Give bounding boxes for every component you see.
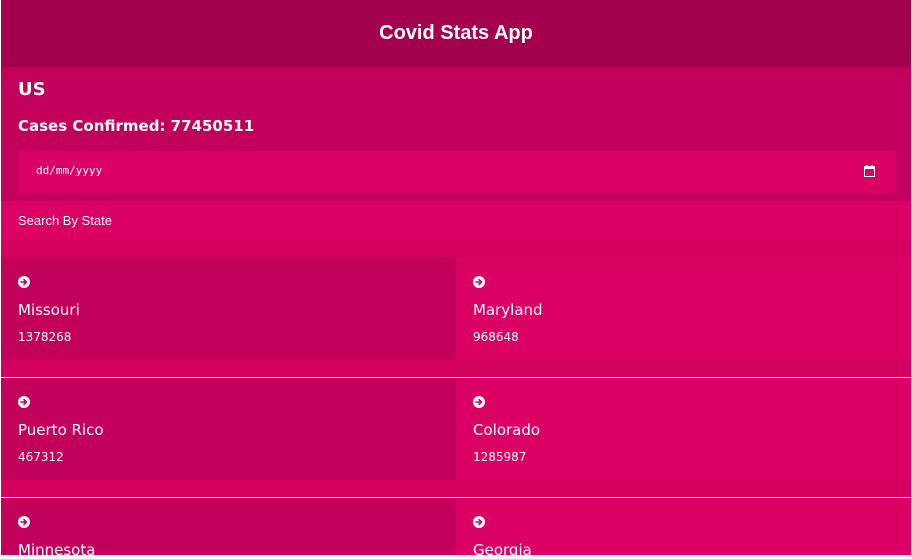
- arrow-circle-right-icon[interactable]: [18, 516, 30, 528]
- state-name: Maryland: [473, 301, 543, 319]
- state-card-georgia[interactable]: Georgia: [456, 498, 911, 559]
- state-name: Puerto Rico: [18, 421, 104, 439]
- state-name: Colorado: [473, 421, 541, 439]
- arrow-circle-right-icon[interactable]: [18, 396, 30, 408]
- country-name: US: [18, 79, 46, 100]
- date-input[interactable]: dd/mm/yyyy: [18, 151, 895, 193]
- search-section: Search By State: [1, 201, 911, 241]
- state-name: Georgia: [473, 541, 532, 559]
- arrow-circle-right-icon[interactable]: [18, 276, 30, 288]
- date-placeholder: dd/mm/yyyy: [36, 164, 103, 177]
- state-name: Missouri: [18, 301, 80, 319]
- state-case-count: 1285987: [473, 450, 527, 464]
- state-card-colorado[interactable]: Colorado 1285987: [456, 378, 911, 480]
- state-card-missouri[interactable]: Missouri 1378268: [1, 258, 456, 360]
- arrow-circle-right-icon[interactable]: [473, 516, 485, 528]
- search-by-state-label[interactable]: Search By State: [18, 213, 112, 228]
- arrow-circle-right-icon[interactable]: [473, 276, 485, 288]
- state-card-minnesota[interactable]: Minnesota: [1, 498, 456, 559]
- state-card-puerto-rico[interactable]: Puerto Rico 467312: [1, 378, 456, 480]
- summary-panel: US Cases Confirmed: 77450511 dd/mm/yyyy: [1, 67, 911, 201]
- app-header: Covid Stats App: [1, 0, 911, 67]
- state-name: Minnesota: [18, 541, 96, 559]
- state-case-count: 467312: [18, 450, 64, 464]
- state-case-count: 1378268: [18, 330, 72, 344]
- cases-confirmed: Cases Confirmed: 77450511: [18, 117, 255, 135]
- row-spacer: [1, 480, 911, 497]
- state-case-count: 968648: [473, 330, 519, 344]
- row-spacer: [1, 241, 911, 258]
- arrow-circle-right-icon[interactable]: [473, 396, 485, 408]
- row-spacer: [1, 360, 911, 377]
- state-card-maryland[interactable]: Maryland 968648: [456, 258, 911, 360]
- app-title: Covid Stats App: [379, 22, 533, 44]
- calendar-icon[interactable]: [864, 165, 875, 177]
